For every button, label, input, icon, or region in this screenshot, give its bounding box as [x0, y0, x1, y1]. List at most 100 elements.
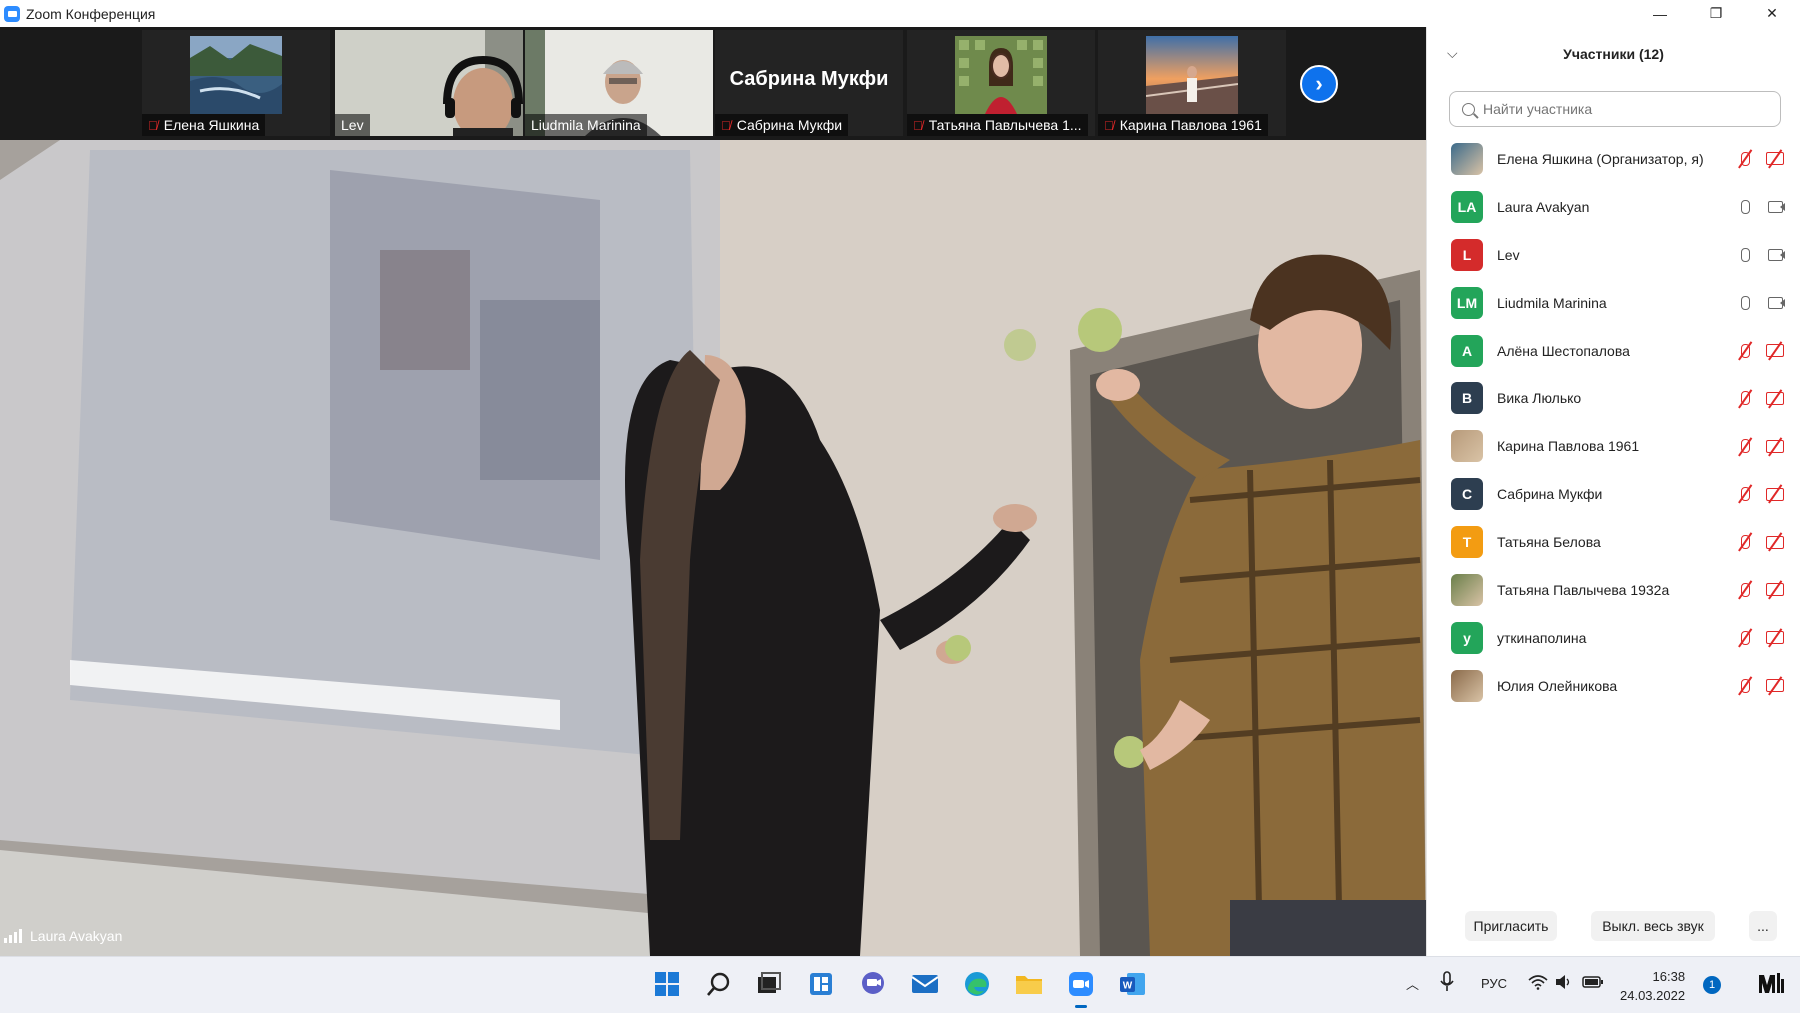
mic-off-icon: 🎙̸ [721, 117, 731, 133]
participant-status-icons [1735, 437, 1785, 455]
participant-row[interactable]: L Lev [1427, 231, 1800, 279]
microphone-icon[interactable] [1735, 246, 1755, 264]
minimize-button[interactable]: — [1632, 0, 1688, 27]
camera-off-icon[interactable] [1765, 485, 1785, 503]
show-hidden-icons[interactable]: ︿ [1406, 974, 1419, 993]
language-indicator[interactable]: РУС [1481, 976, 1507, 991]
participant-status-icons [1735, 294, 1785, 312]
microphone-muted-icon[interactable] [1735, 533, 1755, 551]
participant-row[interactable]: А Алёна Шестопалова [1427, 327, 1800, 375]
mic-off-icon: 🎙̸ [1104, 117, 1114, 133]
video-thumbnail[interactable]: 🎙̸ Елена Яшкина [142, 30, 330, 136]
chevron-down-icon[interactable]: ⌵ [1447, 45, 1458, 62]
participant-name: Lev [1497, 246, 1520, 263]
thumbnail-strip: 🎙̸ Елена Яшкина Lev Liudmila Marinina Саб… [0, 27, 1426, 140]
participant-status-icons [1735, 485, 1785, 503]
microphone-muted-icon[interactable] [1735, 629, 1755, 647]
video-frame [0, 140, 1426, 956]
camera-off-icon[interactable] [1765, 629, 1785, 647]
microphone-muted-icon[interactable] [1735, 150, 1755, 168]
zoom-taskbar-icon[interactable] [1066, 969, 1096, 1008]
camera-off-icon[interactable] [1765, 677, 1785, 695]
video-thumbnail[interactable]: 🎙̸ Татьяна Павлычева 1... [907, 30, 1095, 136]
participant-name: Елена Яшкина (Организатор, я) [1497, 150, 1704, 167]
participant-row[interactable]: С Сабрина Мукфи [1427, 470, 1800, 518]
file-explorer-icon[interactable] [1014, 969, 1044, 999]
microphone-muted-icon[interactable] [1735, 342, 1755, 360]
participant-name: Liudmila Marinina [1497, 294, 1607, 311]
participant-name: Laura Avakyan [1497, 198, 1590, 215]
participant-list: Елена Яшкина (Организатор, я) LA Laura Ava… [1427, 135, 1800, 710]
edge-browser-icon[interactable] [962, 969, 992, 999]
participant-name: Вика Люлько [1497, 390, 1582, 407]
video-thumbnail[interactable]: 🎙̸ Карина Павлова 1961 [1098, 30, 1286, 136]
microphone-muted-icon[interactable] [1735, 485, 1755, 503]
camera-icon[interactable] [1765, 198, 1785, 216]
participant-status-icons [1735, 198, 1785, 216]
participant-row[interactable]: Т Татьяна Белова [1427, 518, 1800, 566]
participant-status-icons [1735, 581, 1785, 599]
profile-picture [955, 36, 1047, 114]
panel-title: Участники (12) [1563, 46, 1664, 62]
thumbnail-name: Lev [335, 114, 370, 136]
participant-status-icons [1735, 150, 1785, 168]
notification-badge[interactable]: 1 [1703, 976, 1721, 994]
participant-row[interactable]: у уткинаполина [1427, 614, 1800, 662]
participant-search[interactable] [1449, 91, 1781, 127]
camera-off-icon[interactable] [1765, 150, 1785, 168]
microphone-muted-icon[interactable] [1735, 677, 1755, 695]
avatar: у [1451, 621, 1483, 654]
video-thumbnail[interactable]: Сабрина Мукфи 🎙̸ Сабрина Мукфи [715, 30, 903, 136]
microphone-muted-icon[interactable] [1735, 389, 1755, 407]
participant-row[interactable]: Юлия Олейникова [1427, 662, 1800, 710]
avatar: LA [1451, 190, 1483, 223]
participant-row[interactable]: Татьяна Павлычева 1932а [1427, 566, 1800, 614]
microphone-icon[interactable] [1735, 198, 1755, 216]
microphone-muted-icon[interactable] [1735, 581, 1755, 599]
more-options-button[interactable]: ... [1749, 911, 1777, 941]
battery-icon[interactable] [1582, 975, 1604, 992]
video-thumbnail[interactable]: Liudmila Marinina [525, 30, 713, 136]
window-title: Zoom Конференция [26, 5, 156, 22]
chat-icon[interactable] [858, 969, 888, 999]
app-tray-icon[interactable] [1758, 971, 1784, 998]
close-button[interactable]: ✕ [1744, 0, 1800, 27]
task-view-icon[interactable] [754, 969, 784, 999]
next-page-button[interactable]: › [1300, 65, 1338, 103]
microphone-muted-icon[interactable] [1735, 437, 1755, 455]
participant-row[interactable]: Карина Павлова 1961 [1427, 422, 1800, 470]
participant-row[interactable]: LA Laura Avakyan [1427, 183, 1800, 231]
camera-off-icon[interactable] [1765, 342, 1785, 360]
thumbnail-name: 🎙̸ Сабрина Мукфи [715, 114, 849, 136]
camera-off-icon[interactable] [1765, 389, 1785, 407]
participant-row[interactable]: LM Liudmila Marinina [1427, 279, 1800, 327]
thumbnail-name: Liudmila Marinina [525, 114, 647, 136]
restore-button[interactable]: ❐ [1688, 0, 1744, 27]
participant-row[interactable]: В Вика Люлько [1427, 374, 1800, 422]
camera-off-icon[interactable] [1765, 581, 1785, 599]
video-thumbnail[interactable]: Lev [335, 30, 523, 136]
start-icon[interactable] [652, 969, 682, 999]
volume-icon[interactable] [1555, 974, 1573, 993]
camera-icon[interactable] [1765, 294, 1785, 312]
wifi-icon[interactable] [1528, 974, 1548, 993]
invite-button[interactable]: Пригласить [1465, 911, 1557, 941]
clock[interactable]: 16:38 24.03.2022 [1620, 967, 1685, 1005]
search-icon [1462, 102, 1475, 116]
thumbnail-name: 🎙̸ Карина Павлова 1961 [1098, 114, 1268, 136]
camera-off-icon[interactable] [1765, 437, 1785, 455]
avatar: L [1451, 238, 1483, 271]
widgets-icon[interactable] [806, 969, 836, 999]
mute-all-button[interactable]: Выкл. весь звук [1591, 911, 1715, 941]
camera-off-icon[interactable] [1765, 533, 1785, 551]
participant-name: Татьяна Белова [1497, 534, 1601, 551]
search-icon[interactable] [704, 969, 734, 999]
avatar-photo [1451, 669, 1483, 702]
word-icon[interactable]: W [1118, 969, 1148, 999]
participant-row[interactable]: Елена Яшкина (Организатор, я) [1427, 135, 1800, 183]
microphone-icon[interactable] [1440, 971, 1454, 996]
mail-icon[interactable] [910, 969, 940, 999]
camera-icon[interactable] [1765, 246, 1785, 264]
search-input[interactable] [1483, 101, 1773, 117]
microphone-icon[interactable] [1735, 294, 1755, 312]
